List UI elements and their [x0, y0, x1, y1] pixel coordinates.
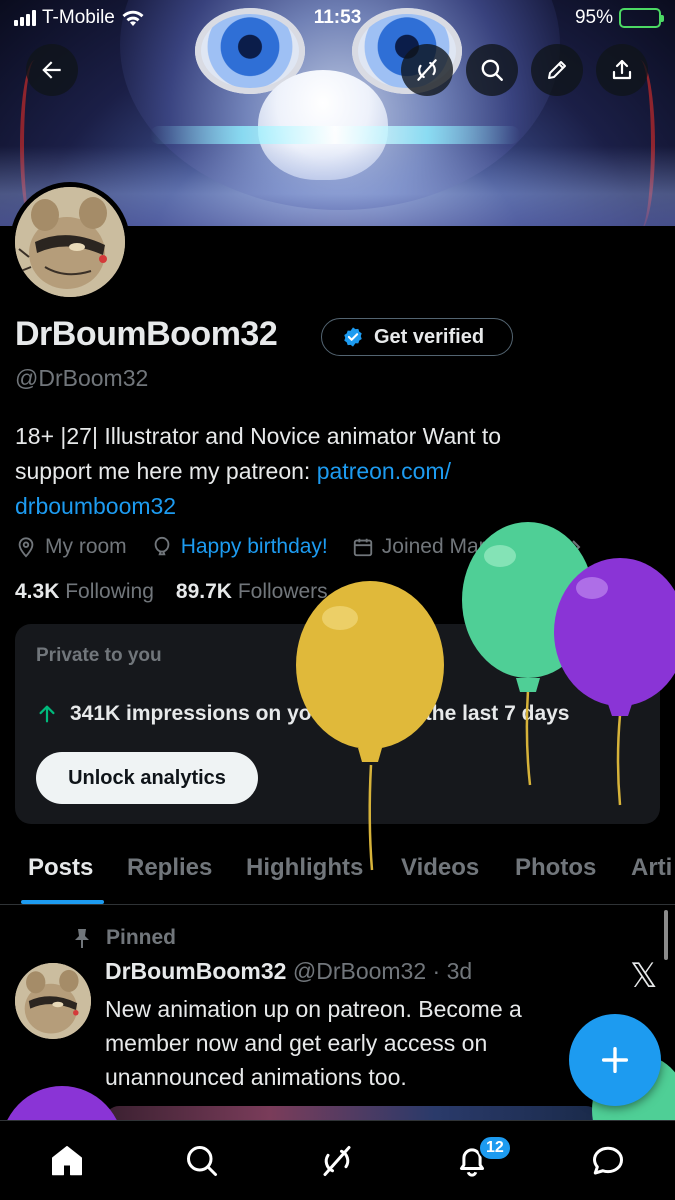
- following-count: 4.3K: [15, 580, 60, 603]
- nav-grok[interactable]: [317, 1141, 357, 1181]
- tab-highlights[interactable]: Highlights: [246, 854, 363, 882]
- impressions-summary: 341K impressions on your posts in the la…: [36, 702, 570, 726]
- status-bar: T-Mobile 11:53 95%: [0, 0, 675, 36]
- post-header: DrBoumBoom32 @DrBoom32 · 3d: [105, 958, 472, 985]
- followers-label: Followers: [237, 580, 328, 603]
- share-button[interactable]: [596, 44, 648, 96]
- share-icon: [612, 59, 632, 80]
- profile-handle: @DrBoom32: [15, 365, 149, 391]
- pinned-label: Pinned: [72, 926, 176, 950]
- nav-home[interactable]: [47, 1141, 87, 1181]
- profile-meta: My room Happy birthday! Joined March 201…: [15, 531, 608, 563]
- home-icon: [52, 1146, 82, 1176]
- location-pin-icon: [18, 537, 34, 558]
- get-verified-label: Get verified: [374, 325, 485, 348]
- joined-date: Joined March 2019: [352, 535, 585, 559]
- bio-line: support me here my patreon: patreon.com/: [15, 454, 655, 489]
- calendar-icon: [353, 538, 372, 557]
- arrow-left-icon: [42, 61, 61, 79]
- grok-icon: [417, 59, 437, 81]
- profile-tabs: Posts Replies Highlights Videos Photos A…: [0, 842, 675, 905]
- followers-link[interactable]: 89.7K Followers: [176, 580, 328, 604]
- search-icon: [187, 1146, 217, 1176]
- pencil-icon: [548, 61, 566, 79]
- tab-videos[interactable]: Videos: [401, 854, 479, 882]
- search-button[interactable]: [466, 44, 518, 96]
- post-author[interactable]: DrBoumBoom32: [105, 958, 286, 984]
- bio-line: 18+ |27| Illustrator and Novice animator…: [15, 423, 502, 449]
- bottom-navigation: [0, 1120, 675, 1200]
- battery-icon: [619, 8, 664, 28]
- battery-percent: 95%: [574, 7, 613, 28]
- nav-search[interactable]: [182, 1141, 222, 1181]
- analytics-card: Private to you ✕ 341K impressions on you…: [15, 624, 660, 824]
- location-text: My room: [45, 535, 127, 558]
- birthday-text: Happy birthday!: [180, 535, 328, 558]
- banner-art-glow: [150, 126, 520, 144]
- active-tab-indicator: [21, 900, 104, 904]
- notifications-badge: 12: [478, 1135, 512, 1161]
- patreon-link-continued[interactable]: drboumboom32: [15, 489, 655, 524]
- clock: 11:53: [313, 7, 362, 28]
- location: My room: [15, 535, 127, 559]
- back-button[interactable]: [26, 44, 78, 96]
- pinned-text: Pinned: [106, 926, 177, 949]
- avatar-image: [15, 963, 91, 1039]
- chevron-right-icon[interactable]: [568, 537, 584, 557]
- post-handle-time: @DrBoom32 · 3d: [292, 958, 473, 984]
- grok-icon: [323, 1146, 351, 1176]
- x-logo-icon: 𝕏: [630, 956, 658, 996]
- profile-avatar[interactable]: [10, 182, 130, 302]
- nav-messages[interactable]: [588, 1141, 628, 1181]
- post-avatar[interactable]: [15, 963, 91, 1039]
- tab-replies[interactable]: Replies: [127, 854, 212, 882]
- battery-status: 95%: [574, 7, 664, 29]
- follow-stats: 4.3K Following 89.7K Followers: [15, 580, 328, 604]
- bio-text: support me here my patreon:: [15, 458, 317, 484]
- impressions-text: 341K impressions on your posts in the la…: [70, 702, 570, 725]
- arrow-up-icon: [39, 705, 55, 723]
- post-text: New animation up on patreon. Become a me…: [105, 996, 522, 1090]
- patreon-link[interactable]: patreon.com/: [317, 458, 451, 484]
- balloon-icon: [154, 536, 170, 556]
- followers-count: 89.7K: [175, 580, 232, 603]
- verified-badge-icon: [344, 327, 362, 347]
- chat-bubble-icon: [593, 1146, 623, 1175]
- profile-name: DrBoumBoom32: [15, 315, 278, 353]
- close-icon[interactable]: ✕: [618, 642, 638, 671]
- compose-post-button[interactable]: [569, 1014, 661, 1106]
- birthday[interactable]: Happy birthday!: [151, 535, 328, 559]
- get-verified-button[interactable]: Get verified: [321, 318, 513, 356]
- search-icon: [481, 59, 503, 81]
- profile-bio: 18+ |27| Illustrator and Novice animator…: [15, 419, 655, 524]
- private-label: Private to you: [36, 645, 162, 666]
- edit-profile-button[interactable]: [531, 44, 583, 96]
- tab-posts[interactable]: Posts: [28, 854, 93, 882]
- grok-button[interactable]: [401, 44, 453, 96]
- scrollbar[interactable]: [664, 910, 668, 960]
- avatar-image: [15, 187, 125, 297]
- joined-text: Joined March 2019: [381, 535, 561, 558]
- following-label: Following: [65, 580, 154, 603]
- tab-articles[interactable]: Arti: [631, 854, 672, 882]
- plus-icon: [601, 1046, 629, 1074]
- tab-photos[interactable]: Photos: [515, 854, 596, 882]
- unlock-analytics-button[interactable]: Unlock analytics: [36, 752, 258, 804]
- following-link[interactable]: 4.3K Following: [15, 580, 154, 604]
- pin-icon: [75, 929, 89, 948]
